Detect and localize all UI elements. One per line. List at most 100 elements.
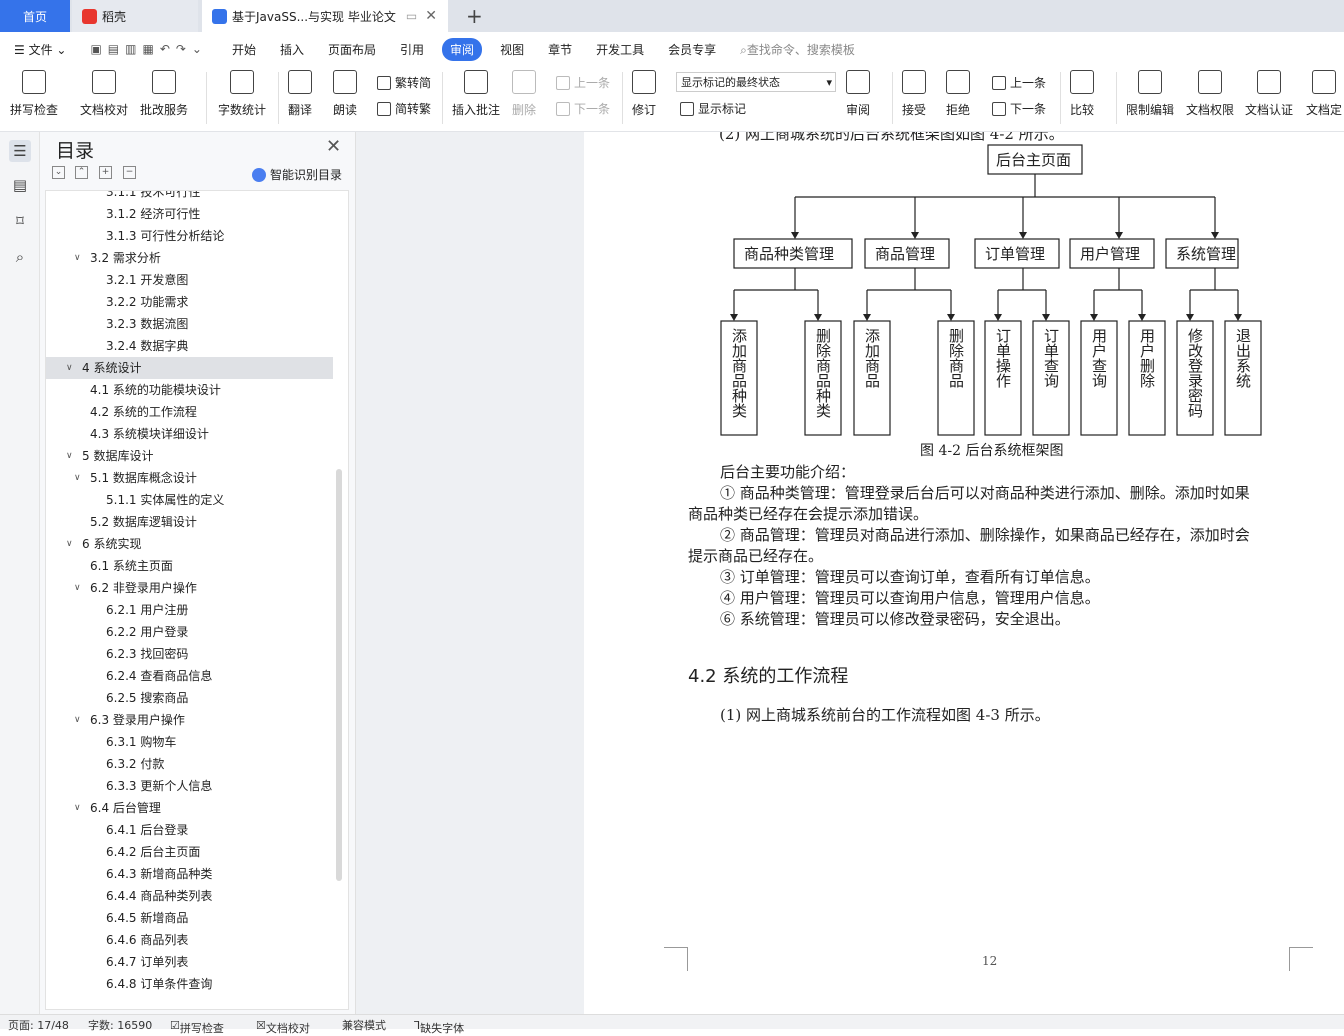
toc-item[interactable]: 3.1.1 技术可行性 (46, 191, 333, 203)
markup-display-select[interactable]: 显示标记的最终状态 ▾ (676, 72, 836, 92)
annotation-service-button[interactable]: 批改服务 (140, 70, 188, 118)
chevron-down-icon[interactable]: ∨ (66, 533, 73, 555)
toc-item[interactable]: 5.2 数据库逻辑设计 (46, 511, 333, 533)
toc-item[interactable]: 6.4.5 新增商品 (46, 907, 333, 929)
revise-button[interactable]: 修订 (632, 70, 656, 118)
page-indicator[interactable]: 页面: 17/48 (8, 1018, 69, 1033)
tab-document[interactable]: 基于JavaSS...与实现 毕业论文 ▭ ✕ (202, 0, 448, 32)
toc-item[interactable]: 6.4.3 新增商品种类 (46, 863, 333, 885)
toc-item[interactable]: ∨ 6 系统实现 (46, 533, 333, 555)
chevron-down-icon[interactable]: ∨ (74, 709, 81, 731)
toc-item[interactable]: ∨ 6.4 后台管理 (46, 797, 333, 819)
menu-devtools[interactable]: 开发工具 (584, 41, 656, 58)
prev-comment-button[interactable]: 上一条 (556, 74, 610, 91)
doc-cert-button[interactable]: 文档认证 (1245, 70, 1293, 118)
insert-comment-button[interactable]: 插入批注 (452, 70, 500, 118)
menu-view[interactable]: 视图 (488, 41, 536, 58)
toc-item[interactable]: 6.2.3 找回密码 (46, 643, 333, 665)
simp-to-trad-button[interactable]: 简转繁 (377, 100, 431, 117)
remove-heading-icon[interactable]: − (123, 166, 136, 179)
close-tab-icon[interactable]: ✕ (425, 8, 437, 24)
restrict-edit-button[interactable]: 限制编辑 (1126, 70, 1174, 118)
tab-home[interactable]: 首页 (0, 0, 70, 32)
toc-item[interactable]: ∨ 6.2 非登录用户操作 (46, 577, 333, 599)
chevron-down-icon[interactable]: ∨ (66, 445, 73, 467)
toc-item[interactable]: 6.4.4 商品种类列表 (46, 885, 333, 907)
chevron-down-icon[interactable]: ∨ (74, 577, 81, 599)
accept-button[interactable]: 接受 (902, 70, 926, 118)
toc-item[interactable]: 6.4.7 订单列表 (46, 951, 333, 973)
toc-item[interactable]: 4.3 系统模块详细设计 (46, 423, 333, 445)
menu-chapter[interactable]: 章节 (536, 41, 584, 58)
pin-icon[interactable]: ▭ (406, 9, 417, 23)
menu-member[interactable]: 会员专享 (656, 41, 728, 58)
command-search[interactable]: ⌕查找命令、搜索模板 (728, 41, 867, 58)
toc-item[interactable]: 4.1 系统的功能模块设计 (46, 379, 333, 401)
toc-item[interactable]: 6.4.8 订单条件查询 (46, 973, 333, 995)
tab-daoke[interactable]: 稻壳 (72, 0, 198, 32)
toc-item[interactable]: 3.2.1 开发意图 (46, 269, 333, 291)
chapter-icon[interactable]: ▤ (9, 174, 31, 196)
toc-item[interactable]: 5.1.1 实体属性的定义 (46, 489, 333, 511)
trad-to-simp-button[interactable]: 繁转简 (377, 74, 431, 91)
toc-scrollbar[interactable] (336, 469, 342, 881)
close-icon[interactable]: ✕ (326, 136, 341, 157)
reject-button[interactable]: 拒绝 (946, 70, 970, 118)
toc-item[interactable]: 6.4.6 商品列表 (46, 929, 333, 951)
word-count-button[interactable]: 字数统计 (218, 70, 266, 118)
expand-up-icon[interactable]: ⌃ (75, 166, 88, 179)
compare-button[interactable]: 比较 (1070, 70, 1094, 118)
chevron-down-icon[interactable]: ∨ (74, 247, 81, 269)
chevron-down-icon[interactable]: ∨ (66, 357, 73, 379)
menu-insert[interactable]: 插入 (268, 41, 316, 58)
new-tab-icon[interactable]: + (456, 0, 493, 32)
menu-home[interactable]: 开始 (220, 41, 268, 58)
missing-font[interactable]: Ꞁ 缺失字体 (414, 1018, 464, 1035)
status-spell-check[interactable]: ☑ 拼写检查 (170, 1018, 224, 1035)
toc-item[interactable]: ∨ 4 系统设计 (46, 357, 333, 379)
chevron-down-icon[interactable]: ∨ (74, 797, 81, 819)
menu-reference[interactable]: 引用 (388, 41, 436, 58)
smart-toc-button[interactable]: 智能识别目录 (252, 166, 342, 183)
review-pane-button[interactable]: 审阅 (846, 70, 870, 118)
toc-item[interactable]: 6.3.2 付款 (46, 753, 333, 775)
search-icon[interactable]: ⌕ (9, 246, 31, 268)
delete-comment-button[interactable]: 删除 (512, 70, 536, 118)
menu-layout[interactable]: 页面布局 (316, 41, 388, 58)
translate-button[interactable]: 翻译 (288, 70, 312, 118)
toc-item[interactable]: 6.2.5 搜索商品 (46, 687, 333, 709)
menu-file[interactable]: ☰ 文件 ⌄ (0, 41, 78, 58)
doc-finalize-button[interactable]: 文档定 (1306, 70, 1342, 118)
toc-item[interactable]: ∨ 3.2 需求分析 (46, 247, 333, 269)
prev-change-button[interactable]: 上一条 (992, 74, 1046, 91)
toc-item[interactable]: 3.2.2 功能需求 (46, 291, 333, 313)
toc-item[interactable]: 3.2.4 数据字典 (46, 335, 333, 357)
toc-item[interactable]: ∨ 5 数据库设计 (46, 445, 333, 467)
toc-item[interactable]: 6.3.3 更新个人信息 (46, 775, 333, 797)
toc-item[interactable]: 6.2.2 用户登录 (46, 621, 333, 643)
toc-item[interactable]: 6.4.1 后台登录 (46, 819, 333, 841)
next-change-button[interactable]: 下一条 (992, 100, 1046, 117)
proofread-button[interactable]: 文档校对 (80, 70, 128, 118)
toc-item[interactable]: 3.1.3 可行性分析结论 (46, 225, 333, 247)
show-markup-button[interactable]: 显示标记 (680, 100, 746, 117)
read-aloud-button[interactable]: 朗读 (333, 70, 357, 118)
menu-review[interactable]: 审阅 (442, 37, 483, 61)
status-proofread[interactable]: ☒ 文档校对 (256, 1018, 310, 1035)
toc-item[interactable]: 6.4.2 后台主页面 (46, 841, 333, 863)
word-count[interactable]: 字数: 16590 (88, 1018, 152, 1033)
toc-item[interactable]: 6.1 系统主页面 (46, 555, 333, 577)
bookmark-icon[interactable]: ⌑ (9, 210, 31, 232)
quick-access-icons[interactable]: ▣▤▥▦↶↷⌄ (78, 42, 220, 56)
toc-item[interactable]: 3.2.3 数据流图 (46, 313, 333, 335)
add-heading-icon[interactable]: + (99, 166, 112, 179)
toc-item[interactable]: 3.1.2 经济可行性 (46, 203, 333, 225)
collapse-all-icon[interactable]: ⌄ (52, 166, 65, 179)
next-comment-button[interactable]: 下一条 (556, 100, 610, 117)
toc-item[interactable]: 4.2 系统的工作流程 (46, 401, 333, 423)
toc-item[interactable]: 6.3.1 购物车 (46, 731, 333, 753)
spell-check-button[interactable]: 拼写检查 (10, 70, 58, 118)
toc-item[interactable]: 6.2.1 用户注册 (46, 599, 333, 621)
chevron-down-icon[interactable]: ∨ (74, 467, 81, 489)
toc-item[interactable]: ∨ 5.1 数据库概念设计 (46, 467, 333, 489)
